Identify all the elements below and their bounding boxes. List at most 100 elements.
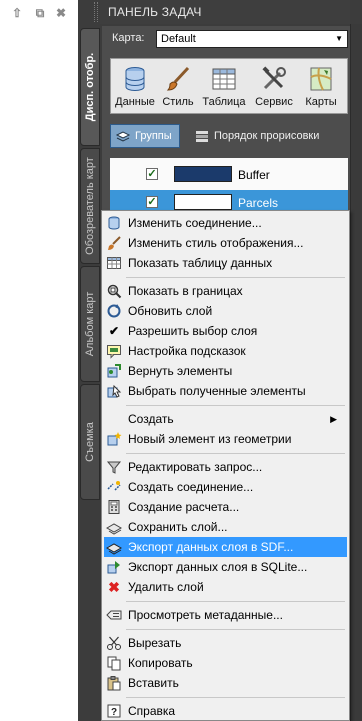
menu-separator (126, 453, 345, 454)
tools-icon (262, 66, 286, 90)
menu-item-label: Выбрать полученные элементы (128, 384, 306, 398)
maps-button-label: Карты (305, 96, 337, 108)
panel-scrollbar[interactable] (350, 24, 362, 721)
close-icon[interactable]: ✖ (54, 6, 68, 20)
layers-icon (115, 131, 131, 142)
groups-button[interactable]: Группы (110, 124, 180, 148)
map-select-value: Default (161, 33, 196, 45)
drag-grip[interactable] (94, 2, 98, 22)
menu-item-label: Создать соединение... (128, 480, 254, 494)
menu-item-zoom-extents[interactable]: Показать в границах (104, 281, 347, 301)
draw-order-icon (196, 131, 208, 142)
help-icon: ? (107, 704, 121, 718)
refresh-icon (107, 304, 121, 318)
menu-item-label: Изменить стиль отображения... (128, 236, 304, 250)
menu-separator (126, 629, 345, 630)
tab-display-manager[interactable]: Дисп. отобр. (80, 28, 100, 146)
menu-item-paste[interactable]: Вставить (104, 673, 347, 693)
style-button[interactable]: Стиль (159, 61, 197, 113)
layer-row-buffer[interactable]: ✓ Buffer (110, 162, 348, 188)
return-icon (107, 364, 121, 378)
tab-map-book[interactable]: Альбом карт (80, 266, 100, 382)
menu-item-label: Редактировать запрос... (128, 460, 263, 474)
new-feature-icon (107, 432, 122, 446)
menu-item-create-join[interactable]: Создать соединение... (104, 477, 347, 497)
menu-item-cut[interactable]: Вырезать (104, 633, 347, 653)
menu-item-tooltip-settings[interactable]: Настройка подсказок (104, 341, 347, 361)
menu-item-export-sdf[interactable]: Экспорт данных слоя в SDF... (104, 537, 347, 557)
menu-item-label: Просмотреть метаданные... (128, 608, 283, 622)
map-icon (310, 67, 332, 91)
zoom-extents-icon (107, 284, 122, 299)
tools-button[interactable]: Сервис (251, 61, 297, 113)
menu-item-view-metadata[interactable]: Просмотреть метаданные... (104, 605, 347, 625)
layer-style-swatch (174, 194, 232, 210)
layer-visibility-checkbox[interactable]: ✓ (146, 196, 158, 208)
menu-item-help[interactable]: ? Справка (104, 701, 347, 721)
map-select[interactable]: Default ▼ (156, 30, 348, 48)
table-button[interactable]: Таблица (199, 61, 249, 113)
svg-text:?: ? (111, 707, 117, 718)
table-icon (107, 257, 121, 269)
select-icon (107, 384, 122, 398)
map-selector-row: Карта: Default ▼ (110, 30, 348, 48)
tools-button-label: Сервис (255, 96, 293, 108)
menu-item-save-layer[interactable]: Сохранить слой... (104, 517, 347, 537)
menu-item-label: Копировать (128, 656, 193, 670)
tab-map-explorer[interactable]: Обозреватель карт (80, 148, 100, 264)
groups-label: Группы (135, 130, 172, 142)
menu-item-label: Показать таблицу данных (128, 256, 273, 270)
menu-item-allow-selection[interactable]: ✔ Разрешить выбор слоя (104, 321, 347, 341)
menu-item-label: Удалить слой (128, 580, 204, 594)
layer-context-menu: Изменить соединение... Изменить стиль от… (101, 210, 350, 721)
brush-icon (166, 66, 190, 91)
menu-item-label: Изменить соединение... (128, 216, 262, 230)
menu-item-create-calculation[interactable]: Создание расчета... (104, 497, 347, 517)
menu-item-edit-connection[interactable]: Изменить соединение... (104, 213, 347, 233)
menu-item-copy[interactable]: Копировать (104, 653, 347, 673)
menu-item-edit-query[interactable]: Редактировать запрос... (104, 457, 347, 477)
menu-item-label: Настройка подсказок (128, 344, 246, 358)
menu-item-delete-layer[interactable]: ✖ Удалить слой (104, 577, 347, 597)
delete-icon: ✖ (108, 579, 120, 595)
database-icon (125, 67, 145, 91)
menu-item-label: Создание расчета... (128, 500, 240, 514)
menu-item-label: Экспорт данных слоя в SDF... (128, 540, 294, 554)
window-controls: ⇧ ⧉ ✖ (0, 0, 78, 721)
submenu-arrow-icon: ▶ (330, 414, 337, 424)
db-icon (108, 216, 120, 230)
menu-item-label: Создать (128, 412, 174, 426)
menu-separator (126, 405, 345, 406)
table-button-label: Таблица (202, 96, 246, 108)
paste-icon (107, 676, 121, 691)
menu-item-refresh-layer[interactable]: Обновить слой (104, 301, 347, 321)
view-mode-bar: Группы Порядок прорисовки (110, 124, 348, 148)
menu-item-label: Экспорт данных слоя в SQLite... (128, 560, 308, 574)
menu-item-label: Обновить слой (128, 304, 213, 318)
draw-order-button[interactable]: Порядок прорисовки (192, 124, 319, 148)
data-button[interactable]: Данные (113, 61, 157, 113)
layer-name: Parcels (238, 196, 279, 210)
style-button-label: Стиль (162, 96, 194, 108)
menu-item-export-sqlite[interactable]: Экспорт данных слоя в SQLite... (104, 557, 347, 577)
tab-survey[interactable]: Съемка (80, 384, 100, 500)
menu-item-label: Вырезать (128, 636, 182, 650)
menu-item-new-feature[interactable]: Новый элемент из геометрии (104, 429, 347, 449)
layers-list: ✓ Buffer ✓ Parcels (110, 158, 348, 216)
menu-item-return-features[interactable]: Вернуть элементы (104, 361, 347, 381)
filter-icon (106, 461, 122, 474)
layer-name: Buffer (238, 168, 270, 182)
maps-button[interactable]: Карты (297, 61, 345, 113)
menu-item-select-features[interactable]: Выбрать полученные элементы (104, 381, 347, 401)
restore-icon[interactable]: ⧉ (33, 6, 47, 20)
layer-visibility-checkbox[interactable]: ✓ (146, 168, 158, 180)
pin-icon[interactable]: ⇧ (10, 6, 24, 20)
menu-item-edit-style[interactable]: Изменить стиль отображения... (104, 233, 347, 253)
menu-item-label: Справка (128, 704, 176, 718)
table-icon (212, 68, 236, 90)
menu-separator (126, 277, 345, 278)
menu-item-label: Вернуть элементы (128, 364, 233, 378)
menu-item-show-table[interactable]: Показать таблицу данных (104, 253, 347, 273)
menu-item-create[interactable]: Создать ▶ (104, 409, 347, 429)
menu-item-label: Новый элемент из геометрии (128, 432, 292, 446)
